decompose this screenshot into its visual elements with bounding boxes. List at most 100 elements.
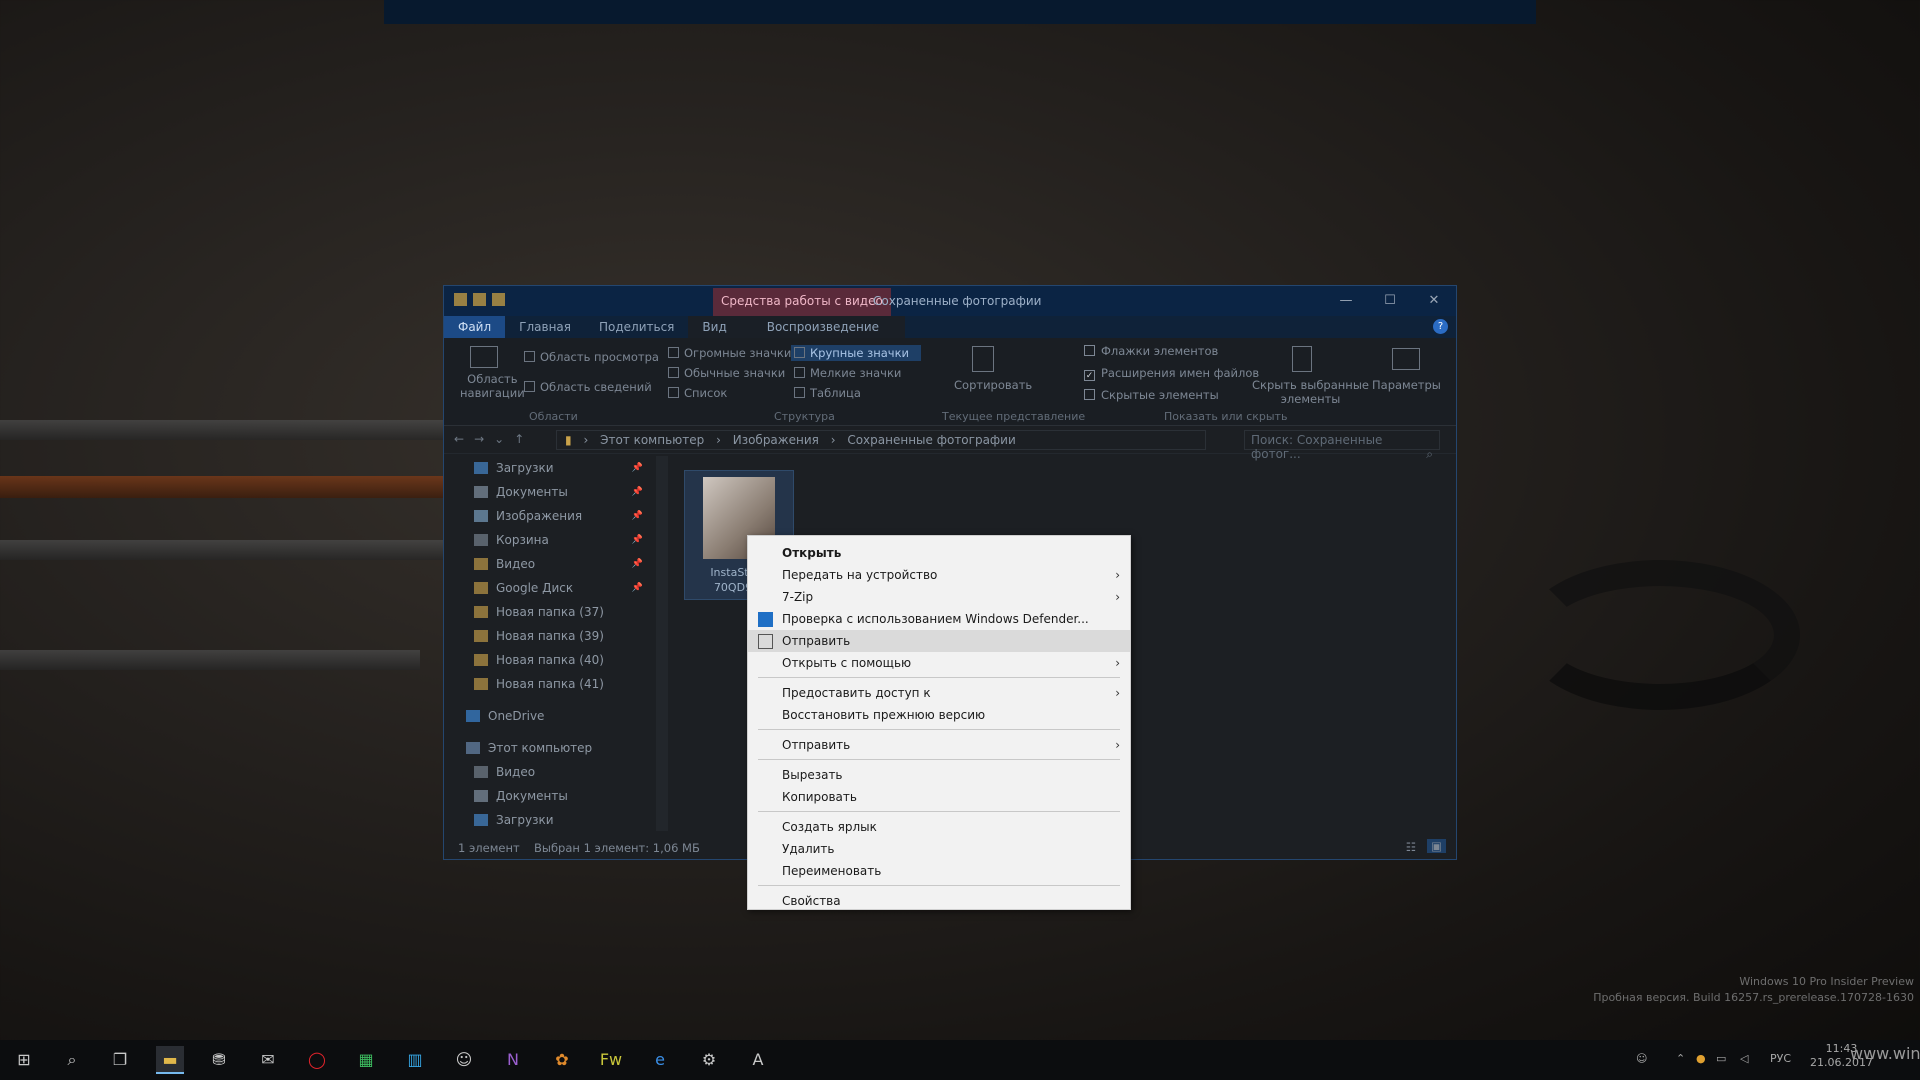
store-icon[interactable]: ⛃ [205,1046,233,1074]
nav-item[interactable]: Изображения 📌 [444,504,669,528]
onenote-icon[interactable]: N [499,1046,527,1074]
menu-7zip[interactable]: 7-Zip › [748,586,1130,608]
menu-restore-previous[interactable]: Восстановить прежнюю версию [748,704,1130,726]
title-bar[interactable]: Средства работы с видео Сохраненные фото… [444,286,1456,316]
edge-icon[interactable]: e [646,1046,674,1074]
menu-share[interactable]: Отправить [748,630,1130,652]
nav-item[interactable]: Документы [444,784,669,808]
pin-icon[interactable]: 📌 [632,463,643,473]
pin-icon[interactable]: 📌 [632,487,643,497]
pin-icon[interactable]: 📌 [632,511,643,521]
start-windows-icon[interactable]: ⊞ [10,1046,38,1074]
fireworks-icon[interactable]: Fw [597,1046,625,1074]
menu-properties[interactable]: Свойства [748,890,1130,912]
folder-icon[interactable] [454,293,467,306]
item-checkboxes-toggle[interactable]: Флажки элементов [1084,344,1218,358]
menu-open-with[interactable]: Открыть с помощью › [748,652,1130,674]
task-view-icon[interactable]: ❐ [106,1046,134,1074]
nav-item[interactable]: Google Диск 📌 [444,576,669,600]
nav-item[interactable]: Видео [444,760,669,784]
input-language[interactable]: РУС [1770,1052,1791,1065]
pin-icon[interactable]: 📌 [632,535,643,545]
back-icon[interactable]: ← [454,432,474,446]
menu-rename[interactable]: Переименовать [748,860,1130,882]
nav-this-pc[interactable]: Этот компьютер [444,736,669,760]
navigation-pane-icon[interactable] [470,346,498,368]
chevron-up-icon[interactable]: ⌃ [1676,1052,1685,1065]
breadcrumb-pictures[interactable]: Изображения [733,433,819,447]
menu-delete[interactable]: Удалить [748,838,1130,860]
volume-icon[interactable]: ◁ [1740,1052,1748,1065]
nav-item[interactable]: Загрузки 📌 [444,456,669,480]
mail-icon[interactable]: ✉ [254,1046,282,1074]
nav-scrollbar[interactable] [656,456,668,831]
medium-icons-option[interactable]: Обычные значки [668,366,785,380]
close-button[interactable]: ✕ [1412,286,1456,316]
menu-open[interactable]: Открыть [748,542,1130,564]
font-app-icon[interactable]: A [744,1046,772,1074]
nav-item[interactable]: Новая папка (41) [444,672,669,696]
preview-pane-button[interactable]: Область просмотра [524,350,659,364]
nav-item[interactable]: Новая папка (37) [444,600,669,624]
options-button[interactable]: Параметры [1372,378,1441,392]
large-icons-option[interactable]: Крупные значки [791,345,922,361]
search-icon[interactable]: ⌕ [58,1046,86,1074]
huge-icons-option[interactable]: Огромные значки [668,346,791,360]
nav-item[interactable]: Документы 📌 [444,480,669,504]
help-icon[interactable]: ? [1433,319,1448,334]
nav-item[interactable]: Загрузки [444,808,669,831]
hide-selected-icon[interactable] [1292,346,1312,372]
nav-item[interactable]: Новая папка (39) [444,624,669,648]
breadcrumb[interactable]: ▮ › Этот компьютер › Изображения › Сохра… [556,430,1206,450]
menu-send-to[interactable]: Отправить › [748,734,1130,756]
tab-view[interactable]: Вид [688,316,741,338]
details-pane-button[interactable]: Область сведений [524,380,652,394]
pin-icon[interactable]: 📌 [632,559,643,569]
small-icons-option[interactable]: Мелкие значки [794,366,901,380]
forward-icon[interactable]: → [474,432,494,446]
menu-copy[interactable]: Копировать [748,786,1130,808]
up-icon[interactable]: ↑ [514,432,534,446]
tray-app-icon[interactable]: ● [1696,1052,1706,1065]
file-extensions-toggle[interactable]: ✓ Расширения имен файлов [1084,366,1259,381]
app-icon[interactable]: ✿ [548,1046,576,1074]
sort-button[interactable]: Сортировать [954,378,1032,392]
list-option[interactable]: Список [668,386,727,400]
hide-selected-button[interactable]: Скрыть выбранные элементы [1252,378,1369,406]
menu-cast-to-device[interactable]: Передать на устройство › [748,564,1130,586]
details-view-icon[interactable]: ☷ [1406,840,1416,854]
table-option[interactable]: Таблица [794,386,861,400]
nav-item[interactable]: Новая папка (40) [444,648,669,672]
people-icon[interactable]: ☺ [450,1046,478,1074]
chevron-down-icon[interactable]: ⌄ [494,432,514,446]
pin-icon[interactable]: 📌 [632,583,643,593]
context-tab-video-tools[interactable]: Средства работы с видео [713,288,891,316]
nav-item[interactable]: Видео 📌 [444,552,669,576]
properties-icon[interactable] [473,293,486,306]
search-input[interactable]: Поиск: Сохраненные фотог... ⌕ [1244,430,1440,461]
new-folder-icon[interactable] [492,293,505,306]
tab-playback[interactable]: Воспроизведение [740,316,906,338]
settings-gear-icon[interactable]: ⚙ [695,1046,723,1074]
breadcrumb-saved-pictures[interactable]: Сохраненные фотографии [847,433,1015,447]
navigation-pane-button[interactable]: Область навигации [460,372,525,400]
menu-create-shortcut[interactable]: Создать ярлык [748,816,1130,838]
maximize-button[interactable]: ☐ [1368,286,1412,316]
network-icon[interactable]: ▭ [1716,1052,1726,1065]
menu-cut[interactable]: Вырезать [748,764,1130,786]
minimize-button[interactable]: — [1324,286,1368,316]
nav-onedrive[interactable]: OneDrive [444,704,669,728]
office-icon[interactable]: ▥ [401,1046,429,1074]
options-icon[interactable] [1392,348,1420,370]
tab-share[interactable]: Поделиться [585,316,688,338]
spreadsheet-icon[interactable]: ▦ [352,1046,380,1074]
people-tray-icon[interactable]: ☺ [1636,1052,1647,1065]
hidden-items-toggle[interactable]: Скрытые элементы [1084,388,1219,402]
menu-defender-scan[interactable]: Проверка с использованием Windows Defend… [748,608,1130,630]
nav-item[interactable]: Корзина 📌 [444,528,669,552]
menu-give-access[interactable]: Предоставить доступ к › [748,682,1130,704]
large-icons-view-icon[interactable]: ▣ [1427,839,1446,853]
breadcrumb-this-pc[interactable]: Этот компьютер [600,433,704,447]
tab-home[interactable]: Главная [505,316,585,338]
sort-icon[interactable] [972,346,994,372]
